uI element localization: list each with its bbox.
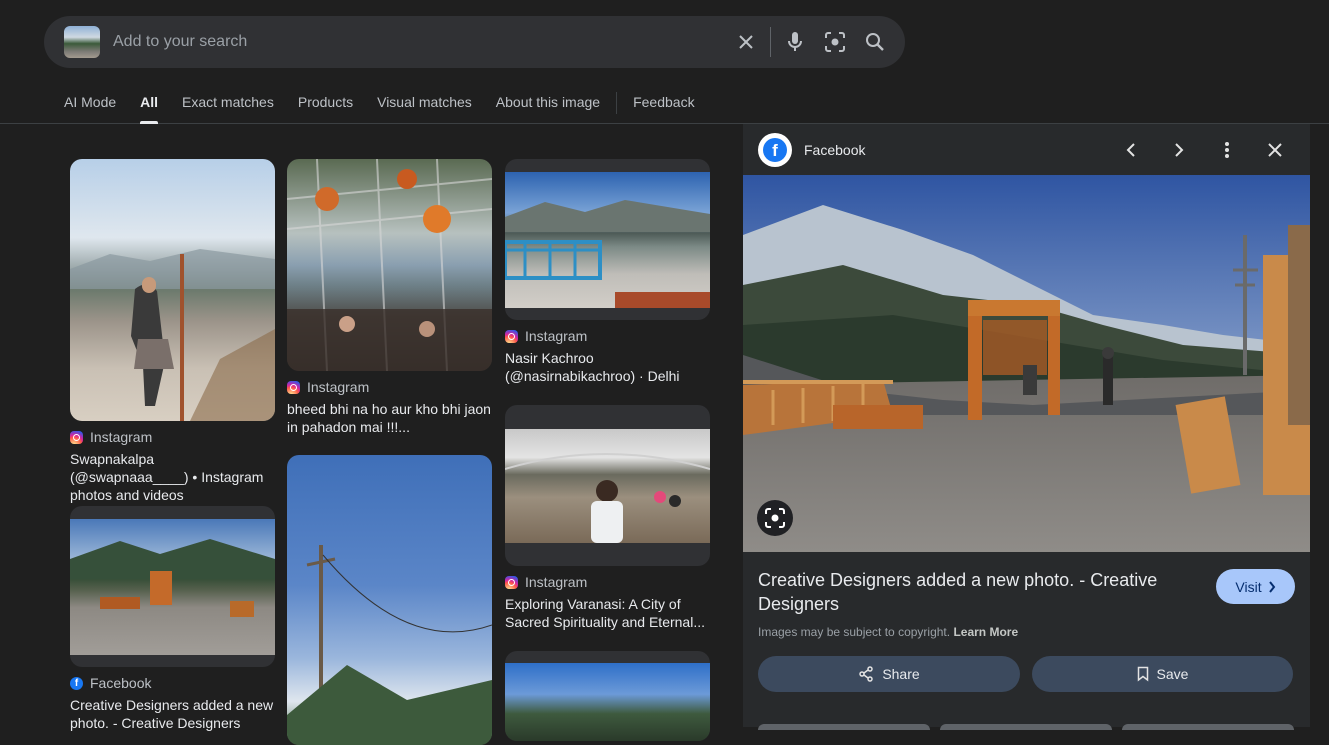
share-button[interactable]: Share [758, 656, 1020, 692]
result-card-nasir-kachroo[interactable]: Instagram Nasir Kachroo (@nasirnabikachr… [505, 159, 710, 385]
facebook-icon: f [70, 676, 83, 690]
result-title[interactable]: Nasir Kachroo (@nasirnabikachroo) · Delh… [505, 349, 710, 385]
result-card-exploring-varanasi[interactable]: Instagram Exploring Varanasi: A City of … [505, 405, 710, 631]
clear-icon[interactable] [726, 22, 766, 62]
top-bar: AI Mode All Exact matches Products Visua… [0, 0, 1329, 124]
chevron-right-icon [1268, 580, 1275, 593]
lens-search-icon[interactable] [757, 500, 793, 536]
instagram-icon [505, 329, 518, 343]
image-preview-panel: f Facebook Creative Designers added a ne… [743, 124, 1310, 730]
lens-icon[interactable] [815, 22, 855, 62]
result-title[interactable]: Swapnakalpa (@swapnaaa____) • Instagram … [70, 450, 275, 504]
result-source: Instagram [90, 429, 153, 445]
search-box[interactable] [44, 16, 905, 68]
panel-source-name[interactable]: Facebook [804, 142, 1107, 158]
related-image-thumb[interactable] [940, 724, 1112, 730]
query-image-thumbnail[interactable] [64, 26, 100, 58]
results-grid: Instagram Swapnakalpa (@swapnaaa____) • … [70, 159, 710, 745]
result-card-bheed-bhi[interactable]: Instagram bheed bhi na ho aur kho bhi ja… [287, 159, 492, 436]
save-label: Save [1156, 666, 1189, 682]
tab-divider [616, 92, 618, 114]
result-title[interactable]: Exploring Varanasi: A City of Sacred Spi… [505, 595, 710, 631]
visit-button[interactable]: Visit [1216, 569, 1295, 604]
result-image[interactable] [505, 405, 710, 566]
close-icon[interactable] [1251, 130, 1299, 170]
bookmark-icon [1137, 666, 1148, 682]
facebook-logo-icon: f [758, 132, 792, 167]
share-label: Share [882, 666, 920, 682]
learn-more-link[interactable]: Learn More [953, 625, 1018, 639]
search-input[interactable] [113, 33, 726, 51]
search-icon[interactable] [855, 22, 895, 62]
more-options-icon[interactable] [1203, 130, 1251, 170]
panel-header: f Facebook [743, 124, 1310, 175]
tab-feedback[interactable]: Feedback [633, 88, 694, 124]
panel-title[interactable]: Creative Designers added a new photo. - … [758, 568, 1198, 616]
tab-products[interactable]: Products [298, 88, 353, 124]
instagram-icon [70, 430, 83, 444]
previous-icon[interactable] [1107, 130, 1155, 170]
result-card-creative-designers[interactable]: f Facebook Creative Designers added a new… [70, 506, 275, 732]
copyright-text: Images may be subject to copyright. [758, 625, 951, 639]
result-image[interactable] [287, 159, 492, 371]
save-button[interactable]: Save [1032, 656, 1293, 692]
result-source: Instagram [525, 328, 588, 344]
search-tabs: AI Mode All Exact matches Products Visua… [64, 88, 719, 124]
result-image[interactable] [505, 651, 710, 741]
instagram-icon [287, 380, 300, 394]
result-source: Facebook [90, 675, 152, 691]
tab-visual-matches[interactable]: Visual matches [377, 88, 472, 124]
search-divider [770, 27, 771, 57]
tab-all[interactable]: All [140, 88, 158, 124]
result-image[interactable] [70, 159, 275, 421]
related-image-thumb[interactable] [758, 724, 930, 730]
result-source: Instagram [307, 379, 370, 395]
result-card-mountain[interactable] [505, 651, 710, 741]
visit-label: Visit [1235, 578, 1262, 595]
mic-icon[interactable] [775, 22, 815, 62]
result-source: Instagram [525, 574, 588, 590]
result-card-sky-pole[interactable] [287, 455, 492, 745]
instagram-icon [505, 575, 518, 589]
tab-ai-mode[interactable]: AI Mode [64, 88, 116, 124]
related-image-thumb[interactable] [1122, 724, 1294, 730]
tab-exact-matches[interactable]: Exact matches [182, 88, 274, 124]
share-icon [859, 666, 874, 682]
copyright-notice: Images may be subject to copyright. Lear… [758, 625, 1018, 639]
preview-image[interactable] [743, 175, 1310, 552]
result-image[interactable] [287, 455, 492, 745]
next-icon[interactable] [1155, 130, 1203, 170]
result-image[interactable] [70, 506, 275, 667]
result-title[interactable]: bheed bhi na ho aur kho bhi jaon in paha… [287, 400, 492, 436]
result-card-swapnakalpa[interactable]: Instagram Swapnakalpa (@swapnaaa____) • … [70, 159, 275, 504]
tab-about-this-image[interactable]: About this image [496, 88, 600, 124]
result-image[interactable] [505, 159, 710, 320]
